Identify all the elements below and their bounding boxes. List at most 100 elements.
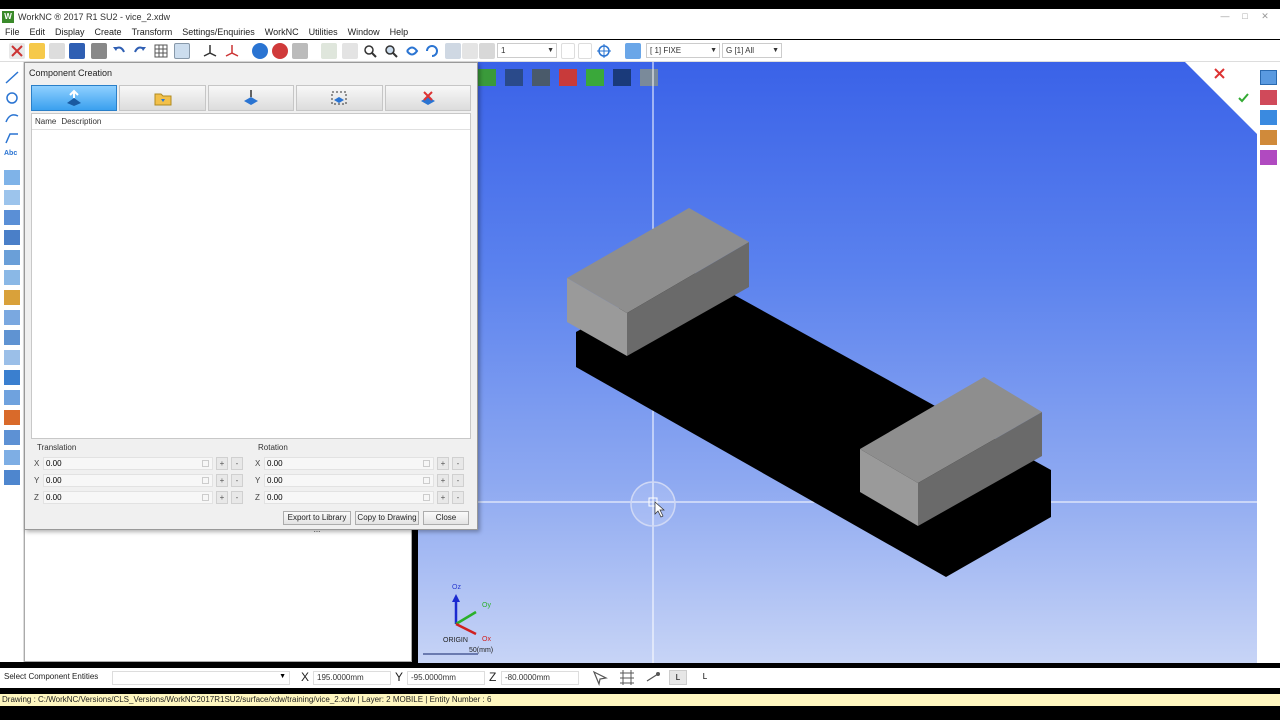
column-name[interactable]: Name	[35, 117, 56, 126]
pan-icon[interactable]	[424, 43, 440, 59]
rotation-y-increment[interactable]: +	[437, 474, 449, 487]
fillet-tool-icon[interactable]	[4, 290, 20, 305]
revolve-tool-icon[interactable]	[4, 230, 20, 245]
rotation-x-decrement[interactable]: -	[452, 457, 464, 470]
dock-tool-2-icon[interactable]	[1260, 110, 1277, 125]
menu-transform[interactable]: Transform	[132, 27, 173, 37]
tab-load-component[interactable]	[119, 85, 206, 111]
view-front-icon[interactable]	[478, 69, 496, 86]
component-list[interactable]: Name Description	[31, 113, 471, 439]
menu-edit[interactable]: Edit	[30, 27, 46, 37]
view-cube-icon[interactable]	[1260, 70, 1277, 85]
select-icon[interactable]	[9, 43, 25, 59]
mesh-tool-icon[interactable]	[4, 190, 20, 205]
tab-create-component[interactable]	[31, 85, 118, 111]
z-coord-field[interactable]: -80.0000mm	[501, 671, 579, 685]
menu-worknc[interactable]: WorkNC	[265, 27, 299, 37]
transform-tool-icon[interactable]	[4, 470, 20, 485]
line-tool-icon[interactable]	[4, 70, 20, 85]
redo-icon[interactable]	[132, 43, 148, 59]
menu-help[interactable]: Help	[390, 27, 409, 37]
menu-create[interactable]: Create	[95, 27, 122, 37]
translation-y-decrement[interactable]: -	[231, 474, 243, 487]
menu-file[interactable]: File	[5, 27, 20, 37]
zoom-window-icon[interactable]	[362, 43, 378, 59]
translation-z-input[interactable]: 0.00	[43, 491, 213, 504]
render-icon[interactable]	[272, 43, 288, 59]
rotation-x-input[interactable]: 0.00	[264, 457, 434, 470]
translation-z-increment[interactable]: +	[216, 491, 228, 504]
group-dropdown[interactable]: G [1] All ▼	[722, 43, 782, 58]
layer-stack-icon[interactable]	[625, 43, 641, 59]
axes-icon[interactable]	[202, 43, 218, 59]
view-iso-icon[interactable]	[505, 69, 523, 86]
circle-tool-icon[interactable]	[4, 90, 20, 105]
layer-dropdown[interactable]: [ 1] FIXE ▼	[646, 43, 720, 58]
minimize-button[interactable]: —	[1218, 10, 1232, 22]
view-right-icon[interactable]	[559, 69, 577, 86]
menu-settings-enquiries[interactable]: Settings/Enquiries	[182, 27, 255, 37]
curve-tool-icon[interactable]	[4, 110, 20, 125]
view-top-icon[interactable]	[532, 69, 550, 86]
view-select-icon[interactable]	[479, 43, 495, 59]
shading-icon[interactable]	[252, 43, 268, 59]
x-coord-field[interactable]: 195.0000mm	[313, 671, 391, 685]
maximize-button[interactable]: □	[1238, 10, 1252, 22]
view-fit-icon[interactable]	[445, 43, 461, 59]
rotation-z-input[interactable]: 0.00	[264, 491, 434, 504]
prev-entity-button[interactable]	[561, 43, 575, 59]
undo-icon[interactable]	[111, 43, 127, 59]
text-tool-icon[interactable]: Abc	[4, 150, 20, 165]
entity-dropdown[interactable]: 1 ▼	[497, 43, 557, 58]
translation-x-input[interactable]: 0.00	[43, 457, 213, 470]
menu-window[interactable]: Window	[348, 27, 380, 37]
sweep-tool-icon[interactable]	[4, 250, 20, 265]
tab-select-component[interactable]	[296, 85, 383, 111]
menu-utilities[interactable]: Utilities	[309, 27, 338, 37]
surface-tool-icon[interactable]	[4, 170, 20, 185]
rotation-z-decrement[interactable]: -	[452, 491, 464, 504]
translation-x-increment[interactable]: +	[216, 457, 228, 470]
analyze-tool-icon[interactable]	[4, 450, 20, 465]
edit-tool-icon[interactable]	[4, 410, 20, 425]
next-entity-button[interactable]	[578, 43, 592, 59]
3d-viewport[interactable]: Oz Oy Ox ORIGIN 50(mm)	[418, 62, 1257, 663]
rotation-x-increment[interactable]: +	[437, 457, 449, 470]
rotate-view-icon[interactable]	[404, 43, 420, 59]
grid-icon[interactable]	[153, 43, 169, 59]
translation-z-decrement[interactable]: -	[231, 491, 243, 504]
tab-place-component[interactable]	[207, 85, 295, 111]
dock-tool-1-icon[interactable]	[1260, 90, 1277, 105]
column-description[interactable]: Description	[61, 117, 101, 126]
print-icon[interactable]	[91, 43, 107, 59]
check-tool-icon[interactable]	[4, 390, 20, 405]
layers-icon[interactable]	[342, 43, 358, 59]
rotation-z-increment[interactable]: +	[437, 491, 449, 504]
rotation-y-input[interactable]: 0.00	[264, 474, 434, 487]
l-toggle-1[interactable]: L	[669, 670, 687, 685]
tab-delete-component[interactable]	[384, 85, 472, 111]
project-tool-icon[interactable]	[4, 350, 20, 365]
translation-y-input[interactable]: 0.00	[43, 474, 213, 487]
menu-display[interactable]: Display	[55, 27, 85, 37]
camera-icon[interactable]	[292, 43, 308, 59]
list-icon[interactable]	[321, 43, 337, 59]
l-toggle-2[interactable]: L	[696, 670, 714, 685]
copy-to-drawing-button[interactable]: Copy to Drawing	[355, 511, 419, 525]
selection-dropdown[interactable]: ▼	[112, 671, 290, 685]
extrude-tool-icon[interactable]	[4, 210, 20, 225]
boundary-tool-icon[interactable]	[4, 370, 20, 385]
loft-tool-icon[interactable]	[4, 270, 20, 285]
view-left-icon[interactable]	[586, 69, 604, 86]
rotation-y-decrement[interactable]: -	[452, 474, 464, 487]
dock-tool-4-icon[interactable]	[1260, 150, 1277, 165]
y-coord-field[interactable]: -95.0000mm	[407, 671, 485, 685]
close-window-button[interactable]: ✕	[1258, 10, 1272, 22]
translation-y-increment[interactable]: +	[216, 474, 228, 487]
trim-tool-icon[interactable]	[4, 310, 20, 325]
view-zoom-icon[interactable]	[640, 69, 658, 86]
offset-tool-icon[interactable]	[4, 330, 20, 345]
translation-x-decrement[interactable]: -	[231, 457, 243, 470]
open-folder-icon[interactable]	[29, 43, 45, 59]
window-layout-icon[interactable]	[174, 43, 190, 59]
